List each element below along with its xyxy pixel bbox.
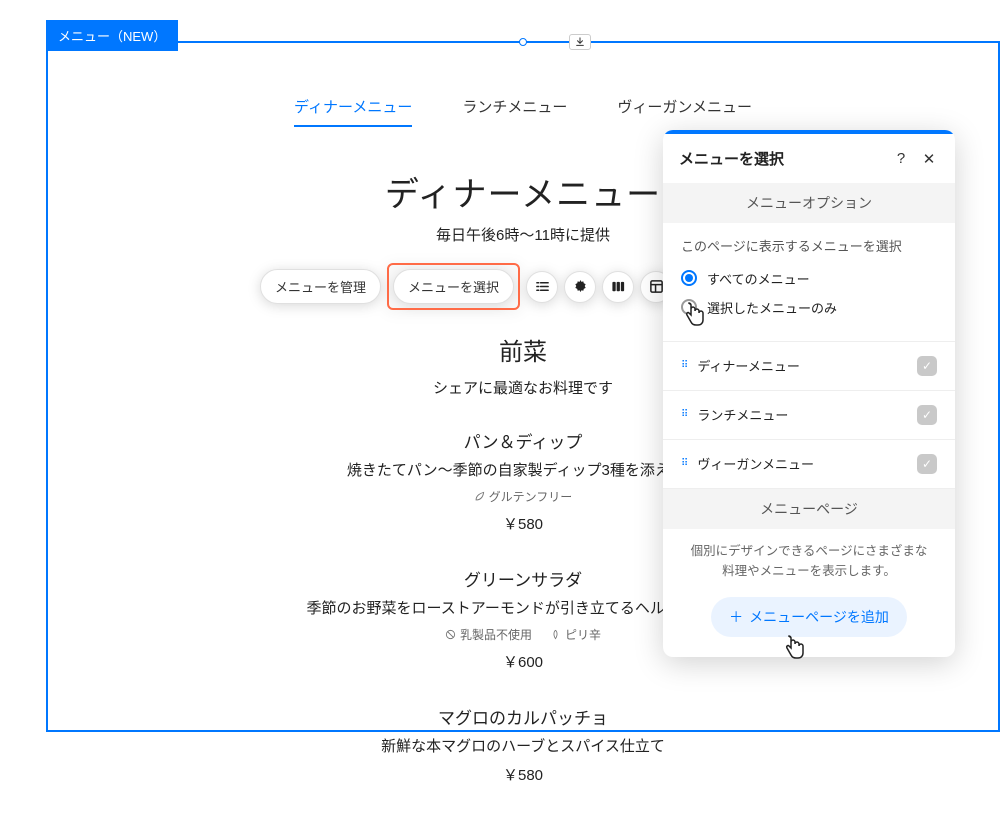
radio-icon [681, 299, 697, 315]
plus-icon: ＋ [729, 607, 743, 627]
component-tag: メニュー（NEW） [46, 20, 178, 51]
panel-menu-list: ⠿ ディナーメニュー ✓ ⠿ ランチメニュー ✓ ⠿ ヴィーガンメニュー ✓ [663, 341, 955, 489]
item-price: ￥580 [88, 764, 958, 785]
panel-body-options: このページに表示するメニューを選択 すべてのメニュー 選択したメニューのみ [663, 223, 955, 341]
panel-title: メニューを選択 [679, 148, 883, 169]
radio-selected-only[interactable]: 選択したメニューのみ [681, 298, 937, 317]
tab-lunch[interactable]: ランチメニュー [462, 96, 567, 127]
select-menu-button[interactable]: メニューを選択 [393, 269, 514, 304]
menu-item: マグロのカルパッチョ 新鮮な本マグロのハーブとスパイス仕立て ￥580 [88, 704, 958, 785]
spicy-icon [550, 629, 561, 640]
panel-section-options: メニューオプション [663, 183, 955, 223]
panel-header: メニューを選択 ? ✕ [663, 134, 955, 183]
add-button-label: メニューページを追加 [749, 607, 889, 627]
radio-label: 選択したメニューのみ [707, 298, 837, 317]
radio-all-menus[interactable]: すべてのメニュー [681, 269, 937, 288]
leaf-icon [474, 491, 485, 502]
menu-list-item[interactable]: ⠿ ディナーメニュー ✓ [663, 342, 955, 391]
gear-icon[interactable] [564, 271, 596, 303]
manage-menu-button[interactable]: メニューを管理 [260, 269, 381, 304]
select-menu-panel: メニューを選択 ? ✕ メニューオプション このページに表示するメニューを選択 … [663, 130, 955, 657]
resize-handle-top[interactable] [519, 38, 527, 46]
item-desc: 新鮮な本マグロのハーブとスパイス仕立て [88, 735, 958, 756]
check-toggle[interactable]: ✓ [917, 356, 937, 376]
columns-icon[interactable] [602, 271, 634, 303]
panel-section-pages: メニューページ [663, 489, 955, 529]
panel-pages-hint: 個別にデザインできるページにさまざまな料理やメニューを表示します。 [663, 529, 955, 581]
panel-hint: このページに表示するメニューを選択 [681, 237, 937, 257]
tab-vegan[interactable]: ヴィーガンメニュー [617, 96, 752, 127]
list-settings-icon[interactable] [526, 271, 558, 303]
panel-help-icon[interactable]: ? [891, 150, 911, 167]
drag-handle-icon[interactable]: ⠿ [681, 458, 687, 469]
no-dairy-icon [445, 629, 456, 640]
radio-label: すべてのメニュー [707, 269, 810, 288]
drag-handle-icon[interactable]: ⠿ [681, 409, 687, 420]
radio-icon [681, 270, 697, 286]
item-name: マグロのカルパッチョ [88, 704, 958, 729]
menu-list-label: ヴィーガンメニュー [697, 454, 814, 473]
panel-close-icon[interactable]: ✕ [919, 150, 939, 168]
select-menu-button-highlight: メニューを選択 [387, 263, 520, 310]
download-handle[interactable] [569, 34, 591, 50]
add-menu-page-button[interactable]: ＋ メニューページを追加 [711, 597, 907, 637]
check-toggle[interactable]: ✓ [917, 405, 937, 425]
tab-dinner[interactable]: ディナーメニュー [294, 96, 412, 127]
menu-list-item[interactable]: ⠿ ランチメニュー ✓ [663, 391, 955, 440]
menu-list-label: ディナーメニュー [697, 356, 800, 375]
drag-handle-icon[interactable]: ⠿ [681, 360, 687, 371]
menu-list-label: ランチメニュー [697, 405, 788, 424]
check-toggle[interactable]: ✓ [917, 454, 937, 474]
menu-tabs: ディナーメニュー ランチメニュー ヴィーガンメニュー [88, 96, 958, 127]
menu-list-item[interactable]: ⠿ ヴィーガンメニュー ✓ [663, 440, 955, 489]
